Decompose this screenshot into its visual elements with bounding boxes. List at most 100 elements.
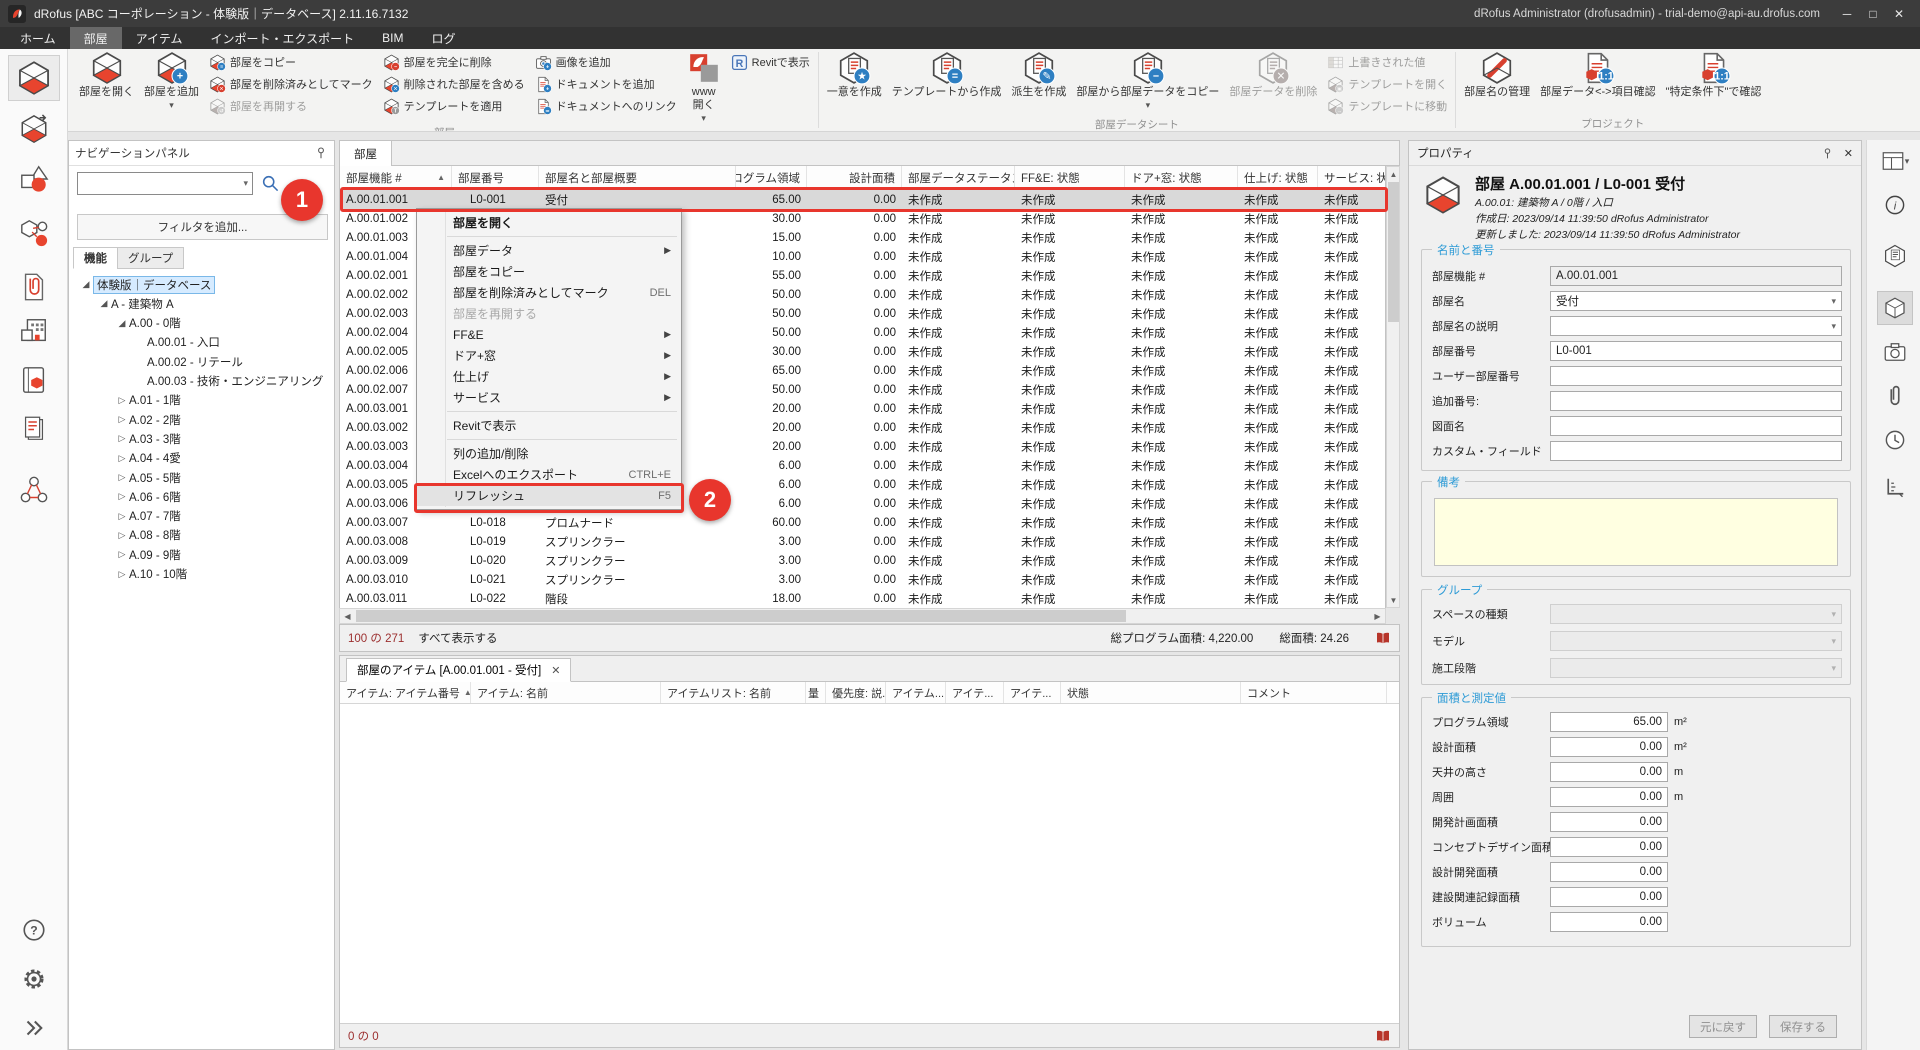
show-all-link[interactable]: すべて表示する — [418, 630, 497, 646]
expand-icon[interactable]: ▷ — [115, 569, 129, 580]
expand-icon[interactable]: ▷ — [115, 491, 129, 502]
ribbon-button[interactable]: ✕部屋を削除済みとしてマーク — [206, 73, 376, 95]
menu-item-ドア+窓[interactable]: ドア+窓▶ — [417, 345, 681, 366]
module-rooms-alt[interactable] — [8, 106, 60, 152]
tree-item[interactable]: ▷A.05 - 5階 — [115, 468, 181, 487]
menu-item-列の追加/削除[interactable]: 列の追加/削除 — [417, 443, 681, 464]
menu-tab-ログ[interactable]: ログ — [417, 27, 469, 49]
nav-tab-機能[interactable]: 機能 — [73, 247, 118, 269]
field-部屋名[interactable]: 受付▾ — [1550, 291, 1842, 311]
module-systems[interactable] — [8, 210, 60, 256]
table-row[interactable]: A.00.03.008L0-019スプリンクラー3.000.00未作成未作成未作… — [340, 532, 1385, 551]
tree-item-label[interactable]: A.01 - 1階 — [129, 392, 181, 408]
field-部屋番号[interactable]: L0-001 — [1550, 341, 1842, 361]
menu-item-Revitで表示[interactable]: Revitで表示 — [417, 415, 681, 436]
side-tool-clip[interactable] — [1877, 379, 1913, 413]
column-header[interactable]: アイテム... — [886, 682, 946, 703]
nav-tab-グループ[interactable]: グループ — [117, 247, 184, 269]
tree-item[interactable]: ▷A.10 - 10階 — [115, 565, 187, 584]
table-row[interactable]: A.00.03.010L0-021スプリンクラー3.000.00未作成未作成未作… — [340, 570, 1385, 589]
horizontal-scrollbar[interactable]: ◀ ▶ — [339, 608, 1386, 624]
expand-icon[interactable]: ▷ — [115, 414, 129, 425]
ribbon-button[interactable]: 1:1部屋データ<->項目確認 — [1535, 50, 1661, 100]
expand-icon[interactable]: ▷ — [115, 433, 129, 444]
tree-item[interactable]: ▷A.06 - 6階 — [115, 487, 181, 506]
chevron-down-icon[interactable]: ▾ — [1905, 156, 1910, 167]
tab-room-items[interactable]: 部屋のアイテム [A.00.01.001 - 受付] ✕ — [346, 658, 571, 682]
expand-icon[interactable]: ▷ — [115, 453, 129, 464]
tree-item-label[interactable]: A.09 - 9階 — [129, 547, 181, 563]
module-org[interactable] — [8, 467, 60, 513]
tree-item-label[interactable]: A.05 - 5階 — [129, 470, 181, 486]
field-建設関連記録面積[interactable]: 0.00 — [1550, 887, 1668, 907]
field-部屋機能 #[interactable]: A.00.01.001 — [1550, 266, 1842, 286]
tree-item-label[interactable]: A.00.03 - 技術・エンジニアリング — [147, 373, 323, 389]
side-tool-measure[interactable] — [1877, 470, 1913, 504]
field-カスタム・フィールド[interactable] — [1550, 441, 1842, 461]
tree-item-label[interactable]: A.00.02 - リテール — [147, 354, 243, 370]
tree-item-label[interactable]: A.00 - 0階 — [129, 315, 181, 331]
tree-item[interactable]: A.00.01 - 入口 — [133, 333, 220, 352]
tree-item[interactable]: ◢体験版｜データベース — [79, 275, 215, 294]
close-button[interactable]: ✕ — [1886, 3, 1912, 25]
chevron-down-icon[interactable]: ▾ — [1831, 321, 1836, 332]
column-header[interactable]: コメント — [1241, 682, 1387, 703]
column-header[interactable]: 部屋番号 — [452, 166, 539, 189]
field-周囲[interactable]: 0.00 — [1550, 787, 1668, 807]
ribbon-button[interactable]: +画像を追加 — [532, 51, 680, 73]
menu-item-部屋をコピー[interactable]: 部屋をコピー — [417, 261, 681, 282]
menu-item-リフレッシュ[interactable]: リフレッシュF5 — [417, 485, 681, 506]
table-row[interactable]: A.00.03.007L0-018プロムナード60.000.00未作成未作成未作… — [340, 513, 1385, 532]
tree-item-label[interactable]: A.00.01 - 入口 — [147, 334, 220, 350]
tree-item-label[interactable]: A.06 - 6階 — [129, 489, 181, 505]
ribbon-button[interactable]: ≡部屋をコピー — [206, 51, 376, 73]
chevron-down-icon[interactable]: ▾ — [1831, 296, 1836, 307]
ribbon-button[interactable]: 部屋を開く — [74, 50, 139, 100]
ribbon-button[interactable]: RRevitで表示 — [728, 51, 813, 73]
tree-item-label[interactable]: A - 建築物 A — [111, 296, 174, 312]
side-tool-info[interactable]: i — [1877, 188, 1913, 222]
column-header[interactable]: 仕上げ: 状態 — [1238, 166, 1318, 189]
column-header[interactable]: 優先度: 説... — [826, 682, 886, 703]
ribbon-button[interactable]: 1:1"特定条件下"で確認 — [1661, 50, 1767, 100]
menu-tab-部屋[interactable]: 部屋 — [70, 27, 122, 49]
tree-item-label[interactable]: A.10 - 10階 — [129, 566, 187, 582]
help-button[interactable]: ? — [8, 907, 60, 953]
field-開発計画面積[interactable]: 0.00 — [1550, 812, 1668, 832]
close-icon[interactable]: ✕ — [1844, 147, 1853, 160]
column-header[interactable]: 部屋機能 #▲ — [340, 166, 452, 189]
expand-icon[interactable]: ▷ — [115, 530, 129, 541]
menu-tab-ホーム[interactable]: ホーム — [6, 27, 70, 49]
field-部屋名の説明[interactable]: ▾ — [1550, 316, 1842, 336]
table-row[interactable]: A.00.03.011L0-022階段18.000.00未作成未作成未作成未作成… — [340, 589, 1385, 608]
table-row[interactable]: A.00.03.009L0-020スプリンクラー3.000.00未作成未作成未作… — [340, 551, 1385, 570]
expand-icon[interactable]: ▷ — [115, 395, 129, 406]
column-header[interactable]: アイテ... — [1004, 682, 1061, 703]
ribbon-button[interactable]: ★一意を作成 — [822, 50, 887, 100]
ribbon-button[interactable]: 部屋名の管理 — [1459, 50, 1535, 100]
column-header[interactable]: 部屋名と部屋概要 — [539, 166, 736, 189]
chevron-down-icon[interactable]: ▾ — [1831, 636, 1836, 647]
settings-button[interactable] — [8, 956, 60, 1002]
menu-item-部屋を開く[interactable]: 部屋を開く — [417, 212, 681, 233]
field-設計面積[interactable]: 0.00 — [1550, 737, 1668, 757]
column-header[interactable]: 状態 — [1061, 682, 1241, 703]
table-row[interactable]: A.00.01.001L0-001受付65.000.00未作成未作成未作成未作成… — [340, 190, 1385, 209]
field-図面名[interactable] — [1550, 416, 1842, 436]
column-header[interactable]: サービス: 状態 — [1318, 166, 1386, 189]
ribbon-button[interactable]: =テンプレートから作成 — [887, 50, 1007, 100]
side-tool-cube[interactable] — [1877, 291, 1913, 325]
tree-item[interactable]: ▷A.08 - 8階 — [115, 526, 181, 545]
module-documents[interactable] — [8, 264, 60, 310]
collapse-icon[interactable]: ◢ — [97, 298, 111, 309]
search-input[interactable]: ▾ — [77, 172, 253, 195]
pin-icon[interactable] — [314, 146, 328, 160]
column-header[interactable]: プログラム領域 — [736, 166, 807, 189]
ribbon-button[interactable]: Tテンプレートを適用 — [380, 95, 528, 117]
module-products[interactable] — [8, 357, 60, 403]
book-icon[interactable] — [1375, 1028, 1391, 1044]
collapse-icon[interactable]: ◢ — [115, 318, 129, 329]
menu-tab-アイテム[interactable]: アイテム — [122, 27, 197, 49]
tree-item-label[interactable]: A.03 - 3階 — [129, 431, 181, 447]
tab-rooms[interactable]: 部屋 — [340, 141, 392, 167]
